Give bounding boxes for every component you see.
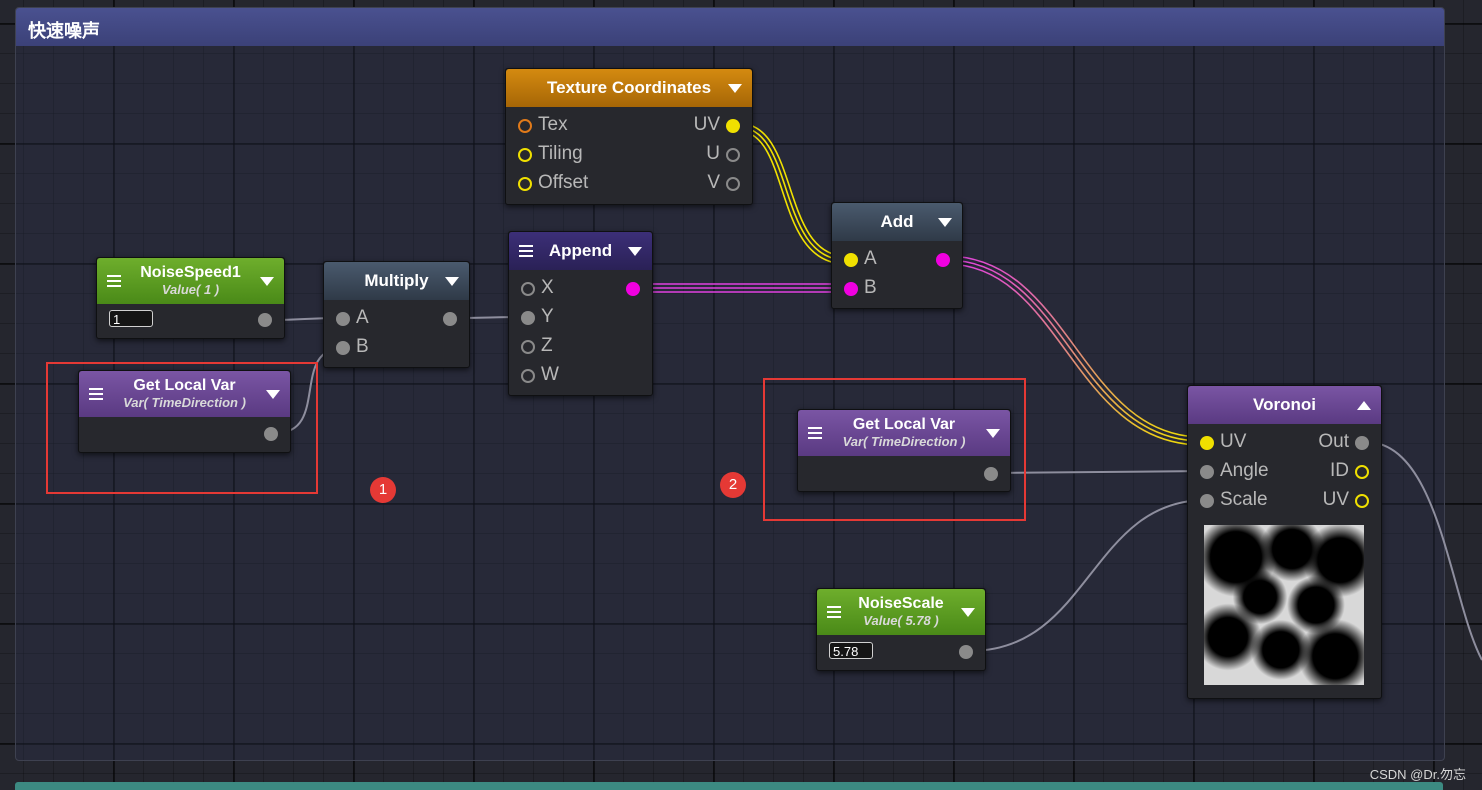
node-header[interactable]: Append (509, 232, 652, 270)
node-title: NoiseScale (858, 595, 944, 612)
port-out-icon[interactable] (258, 313, 272, 327)
port-a-icon[interactable] (844, 253, 858, 267)
node-header[interactable]: Texture Coordinates (506, 69, 752, 107)
port-label: A (356, 307, 369, 328)
port-out-icon[interactable] (1355, 436, 1369, 450)
dropdown-arrow-icon[interactable] (445, 277, 459, 286)
node-title: Add (880, 212, 914, 231)
port-v-out-icon[interactable] (726, 177, 740, 191)
node-header[interactable]: NoiseScale Value( 5.78 ) (817, 589, 985, 635)
node-add[interactable]: Add A B (831, 202, 963, 309)
annotation-box-2 (763, 378, 1026, 521)
node-title: Multiply (364, 271, 429, 290)
node-title: Voronoi (1253, 395, 1316, 414)
port-label: U (706, 143, 720, 164)
port-label: UV (693, 114, 720, 135)
voronoi-preview-image (1204, 525, 1364, 685)
port-b-icon[interactable] (844, 282, 858, 296)
annotation-box-1 (46, 362, 318, 494)
port-uv-out-icon[interactable] (1355, 494, 1369, 508)
port-offset-icon[interactable] (518, 177, 532, 191)
annotation-badge-2: 2 (720, 472, 746, 498)
group-title: 快速噪声 (28, 21, 100, 41)
node-header[interactable]: Voronoi (1188, 386, 1381, 424)
next-group-header[interactable] (15, 782, 1443, 790)
node-texture-coordinates[interactable]: Texture Coordinates Tex UV Tiling U Offs… (505, 68, 753, 205)
port-label: ID (1330, 460, 1349, 481)
port-label: Tex (538, 114, 568, 135)
dropdown-arrow-icon[interactable] (728, 84, 742, 93)
menu-icon[interactable] (827, 606, 841, 618)
dropdown-arrow-icon[interactable] (938, 218, 952, 227)
node-multiply[interactable]: Multiply A B (323, 261, 470, 368)
port-a-icon[interactable] (336, 312, 350, 326)
port-label: Y (541, 306, 554, 327)
port-scale-icon[interactable] (1200, 494, 1214, 508)
node-subtitle: Value( 1 ) (161, 282, 220, 297)
port-b-icon[interactable] (336, 341, 350, 355)
port-label: V (707, 172, 720, 193)
menu-icon[interactable] (519, 245, 533, 257)
dropdown-arrow-icon[interactable] (260, 277, 274, 286)
node-append[interactable]: Append X Y Z W (508, 231, 653, 396)
port-label: Tiling (538, 143, 583, 164)
node-header[interactable]: Add (832, 203, 962, 241)
node-subtitle: Value( 5.78 ) (863, 613, 939, 628)
node-title: Append (548, 241, 613, 260)
port-out-icon[interactable] (443, 312, 457, 326)
port-label: Angle (1220, 460, 1269, 481)
node-title: Texture Coordinates (546, 78, 712, 97)
value-input[interactable]: 1 (109, 310, 153, 327)
port-out-icon[interactable] (626, 282, 640, 296)
port-id-icon[interactable] (1355, 465, 1369, 479)
port-tex-icon[interactable] (518, 119, 532, 133)
port-tiling-icon[interactable] (518, 148, 532, 162)
port-u-out-icon[interactable] (726, 148, 740, 162)
port-label: Out (1318, 431, 1349, 452)
value-input[interactable]: 5.78 (829, 642, 873, 659)
port-label: UV (1322, 489, 1349, 510)
node-header[interactable]: NoiseSpeed1 Value( 1 ) (97, 258, 284, 304)
node-header[interactable]: Multiply (324, 262, 469, 300)
port-label: Offset (538, 172, 589, 193)
watermark: CSDN @Dr.勿忘 (1369, 767, 1466, 782)
node-voronoi[interactable]: Voronoi UV Out Angle ID Scale UV (1187, 385, 1382, 699)
port-label: B (356, 336, 369, 357)
port-w-icon[interactable] (521, 369, 535, 383)
port-label: UV (1220, 431, 1247, 452)
node-noise-speed[interactable]: NoiseSpeed1 Value( 1 ) 1 (96, 257, 285, 339)
port-label: W (541, 364, 559, 385)
node-noise-scale[interactable]: NoiseScale Value( 5.78 ) 5.78 (816, 588, 986, 671)
port-label: A (864, 248, 877, 269)
port-out-icon[interactable] (959, 645, 973, 659)
port-x-icon[interactable] (521, 282, 535, 296)
group-header[interactable]: 快速噪声 (16, 8, 1444, 46)
port-label: Z (541, 335, 553, 356)
collapse-arrow-icon[interactable] (1357, 401, 1371, 410)
port-label: Scale (1220, 489, 1268, 510)
node-title: NoiseSpeed1 (140, 264, 241, 281)
port-label: B (864, 277, 877, 298)
port-y-icon[interactable] (521, 311, 535, 325)
menu-icon[interactable] (107, 275, 121, 287)
dropdown-arrow-icon[interactable] (961, 608, 975, 617)
dropdown-arrow-icon[interactable] (628, 247, 642, 256)
port-uv-icon[interactable] (1200, 436, 1214, 450)
port-uv-out-icon[interactable] (726, 119, 740, 133)
port-out-icon[interactable] (936, 253, 950, 267)
port-z-icon[interactable] (521, 340, 535, 354)
port-label: X (541, 277, 554, 298)
port-angle-icon[interactable] (1200, 465, 1214, 479)
annotation-badge-1: 1 (370, 477, 396, 503)
